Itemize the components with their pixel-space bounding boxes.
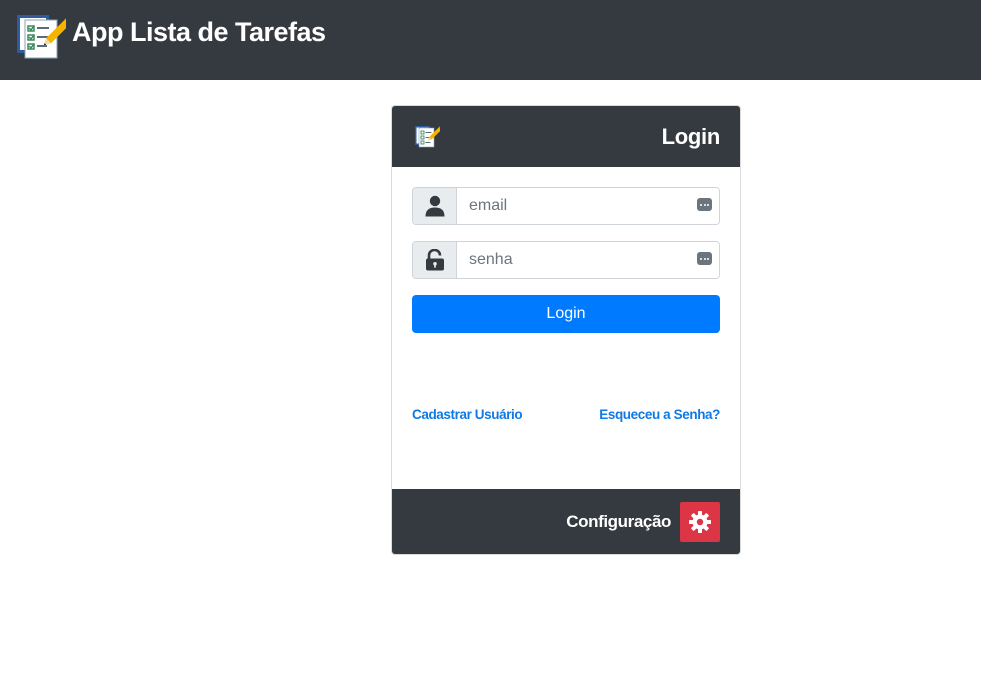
email-input[interactable] — [457, 188, 719, 224]
password-addon — [413, 242, 457, 278]
email-field-wrapper — [457, 188, 719, 224]
checklist-pencil-icon — [17, 15, 66, 59]
user-icon — [425, 195, 444, 217]
password-manager-icon[interactable] — [697, 198, 712, 211]
checklist-pencil-icon — [415, 125, 440, 147]
gear-icon — [689, 510, 711, 533]
top-navbar: App Lista de Tarefas — [0, 0, 981, 80]
auth-links: Cadastrar Usuário Esqueceu a Senha? — [412, 407, 720, 422]
unlock-icon — [425, 249, 444, 271]
password-manager-icon[interactable] — [697, 252, 712, 265]
email-addon — [413, 188, 457, 224]
password-field-wrapper — [457, 242, 719, 278]
password-input[interactable] — [457, 242, 719, 278]
password-input-group — [412, 241, 720, 279]
email-input-group — [412, 187, 720, 225]
card-title: Login — [661, 123, 721, 149]
config-label: Configuração — [566, 511, 671, 531]
login-card: Login email Login Cadastrar Usuário Esqu… — [391, 105, 741, 555]
card-header: Login — [392, 106, 740, 167]
card-footer: Configuração — [392, 489, 740, 554]
config-button[interactable] — [680, 501, 720, 542]
brand[interactable]: App Lista de Tarefas — [16, 14, 326, 60]
register-link[interactable]: Cadastrar Usuário — [412, 407, 523, 422]
app-title: App Lista de Tarefas — [72, 16, 326, 47]
card-body: Login Cadastrar Usuário Esqueceu a Senha… — [392, 167, 740, 490]
login-button[interactable]: Login — [412, 295, 720, 333]
forgot-password-link[interactable]: Esqueceu a Senha? — [599, 407, 720, 422]
